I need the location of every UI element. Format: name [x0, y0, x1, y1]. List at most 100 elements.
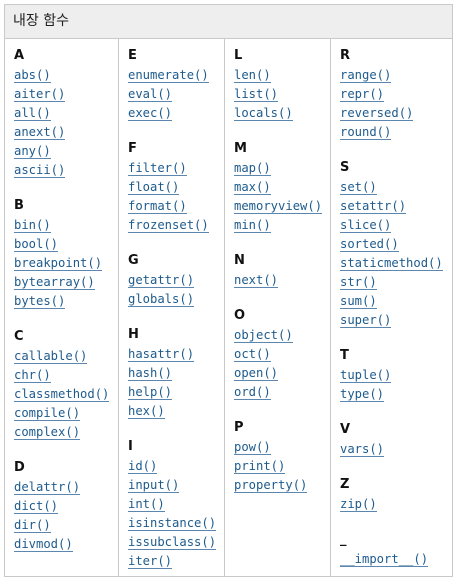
function-link-getattr[interactable]: getattr() — [128, 273, 195, 288]
function-link-super[interactable]: super() — [340, 313, 392, 328]
letter-group: Iid() input() int() isinstance() issubclass(… — [128, 438, 224, 569]
function-link-ascii[interactable]: ascii() — [14, 163, 66, 178]
function-link-list[interactable]: list() — [234, 87, 279, 102]
letter-group: Oobject() oct() open() ord() — [234, 307, 330, 400]
function-link-anext[interactable]: anext() — [14, 125, 66, 140]
function-list-item: any() — [14, 140, 118, 159]
column-2: Eenumerate() eval() exec() Ffilter() float()… — [119, 39, 225, 576]
function-link-bin[interactable]: bin() — [14, 218, 51, 233]
function-link-next[interactable]: next() — [234, 273, 279, 288]
function-list-item: anext() — [14, 121, 118, 140]
function-list-item: iter() — [128, 550, 224, 569]
function-link-memoryview[interactable]: memoryview() — [234, 199, 323, 214]
group-letter-heading: R — [340, 48, 351, 63]
builtin-functions-table: 내장 함수 Aabs() aiter() all() anext() any() asci… — [4, 4, 453, 577]
function-link-eval[interactable]: eval() — [128, 87, 173, 102]
function-link-ord[interactable]: ord() — [234, 385, 271, 400]
function-link-any[interactable]: any() — [14, 144, 51, 159]
function-link-globals[interactable]: globals() — [128, 292, 195, 307]
function-link-vars[interactable]: vars() — [340, 442, 385, 457]
function-link-classmethod[interactable]: classmethod() — [14, 387, 110, 402]
function-link-zip[interactable]: zip() — [340, 497, 377, 512]
function-link-map[interactable]: map() — [234, 161, 271, 176]
function-list-item: memoryview() — [234, 195, 330, 214]
function-link-iter[interactable]: iter() — [128, 554, 173, 569]
letter-group: Ppow() print() property() — [234, 419, 330, 493]
function-link-bytearray[interactable]: bytearray() — [14, 275, 95, 290]
function-link-locals[interactable]: locals() — [234, 106, 293, 121]
function-list-item: isinstance() — [128, 512, 224, 531]
function-link-oct[interactable]: oct() — [234, 347, 271, 362]
function-link-dict[interactable]: dict() — [14, 499, 59, 514]
function-list-item: next() — [234, 269, 330, 288]
function-link-reversed[interactable]: reversed() — [340, 106, 414, 121]
function-link-import[interactable]: __import__() — [340, 552, 429, 567]
group-letter-heading: E — [128, 48, 137, 63]
function-link-bool[interactable]: bool() — [14, 237, 59, 252]
function-link-frozenset[interactable]: frozenset() — [128, 218, 209, 233]
function-link-property[interactable]: property() — [234, 478, 308, 493]
function-link-callable[interactable]: callable() — [14, 349, 88, 364]
function-list-item: print() — [234, 455, 330, 474]
function-link-hasattr[interactable]: hasattr() — [128, 347, 195, 362]
function-list-item: callable() — [14, 345, 118, 364]
function-link-range[interactable]: range() — [340, 68, 392, 83]
function-list-item: sum() — [340, 290, 452, 309]
function-list-item: enumerate() — [128, 64, 224, 83]
function-link-breakpoint[interactable]: breakpoint() — [14, 256, 103, 271]
function-link-float[interactable]: float() — [128, 180, 180, 195]
letter-group: Rrange() repr() reversed() round() — [340, 47, 452, 140]
function-link-format[interactable]: format() — [128, 199, 187, 214]
function-link-issubclass[interactable]: issubclass() — [128, 535, 217, 550]
function-link-object[interactable]: object() — [234, 328, 293, 343]
function-link-isinstance[interactable]: isinstance() — [128, 516, 217, 531]
function-link-pow[interactable]: pow() — [234, 440, 271, 455]
function-link-setattr[interactable]: setattr() — [340, 199, 407, 214]
table-title: 내장 함수 — [13, 13, 69, 29]
function-list-item: round() — [340, 121, 452, 140]
function-link-max[interactable]: max() — [234, 180, 271, 195]
function-link-id[interactable]: id() — [128, 459, 158, 474]
function-link-chr[interactable]: chr() — [14, 368, 51, 383]
function-link-compile[interactable]: compile() — [14, 406, 81, 421]
function-link-filter[interactable]: filter() — [128, 161, 187, 176]
function-link-complex[interactable]: complex() — [14, 425, 81, 440]
function-link-hex[interactable]: hex() — [128, 404, 165, 419]
function-link-input[interactable]: input() — [128, 478, 180, 493]
function-link-int[interactable]: int() — [128, 497, 165, 512]
letter-group: Bbin() bool() breakpoint() bytearray() bytes… — [14, 197, 118, 309]
function-link-staticmethod[interactable]: staticmethod() — [340, 256, 443, 271]
function-link-help[interactable]: help() — [128, 385, 173, 400]
function-link-delattr[interactable]: delattr() — [14, 480, 81, 495]
function-link-enumerate[interactable]: enumerate() — [128, 68, 209, 83]
function-link-repr[interactable]: repr() — [340, 87, 385, 102]
function-link-hash[interactable]: hash() — [128, 366, 173, 381]
function-link-abs[interactable]: abs() — [14, 68, 51, 83]
function-link-aiter[interactable]: aiter() — [14, 87, 66, 102]
function-link-slice[interactable]: slice() — [340, 218, 392, 233]
function-link-open[interactable]: open() — [234, 366, 279, 381]
function-link-round[interactable]: round() — [340, 125, 392, 140]
function-link-sorted[interactable]: sorted() — [340, 237, 399, 252]
function-link-print[interactable]: print() — [234, 459, 286, 474]
function-list-item: chr() — [14, 364, 118, 383]
function-link-all[interactable]: all() — [14, 106, 51, 121]
function-link-min[interactable]: min() — [234, 218, 271, 233]
function-link-bytes[interactable]: bytes() — [14, 294, 66, 309]
function-list-item: exec() — [128, 102, 224, 121]
function-list-item: compile() — [14, 402, 118, 421]
function-link-divmod[interactable]: divmod() — [14, 537, 73, 552]
function-link-dir[interactable]: dir() — [14, 518, 51, 533]
function-link-set[interactable]: set() — [340, 180, 377, 195]
function-link-str[interactable]: str() — [340, 275, 377, 290]
function-list-item: bytearray() — [14, 271, 118, 290]
function-list-item: pow() — [234, 436, 330, 455]
function-list-item: float() — [128, 176, 224, 195]
function-link-exec[interactable]: exec() — [128, 106, 173, 121]
function-link-tuple[interactable]: tuple() — [340, 368, 392, 383]
function-list-item: tuple() — [340, 364, 452, 383]
function-link-len[interactable]: len() — [234, 68, 271, 83]
function-link-sum[interactable]: sum() — [340, 294, 377, 309]
function-list-item: eval() — [128, 83, 224, 102]
function-link-type[interactable]: type() — [340, 387, 385, 402]
